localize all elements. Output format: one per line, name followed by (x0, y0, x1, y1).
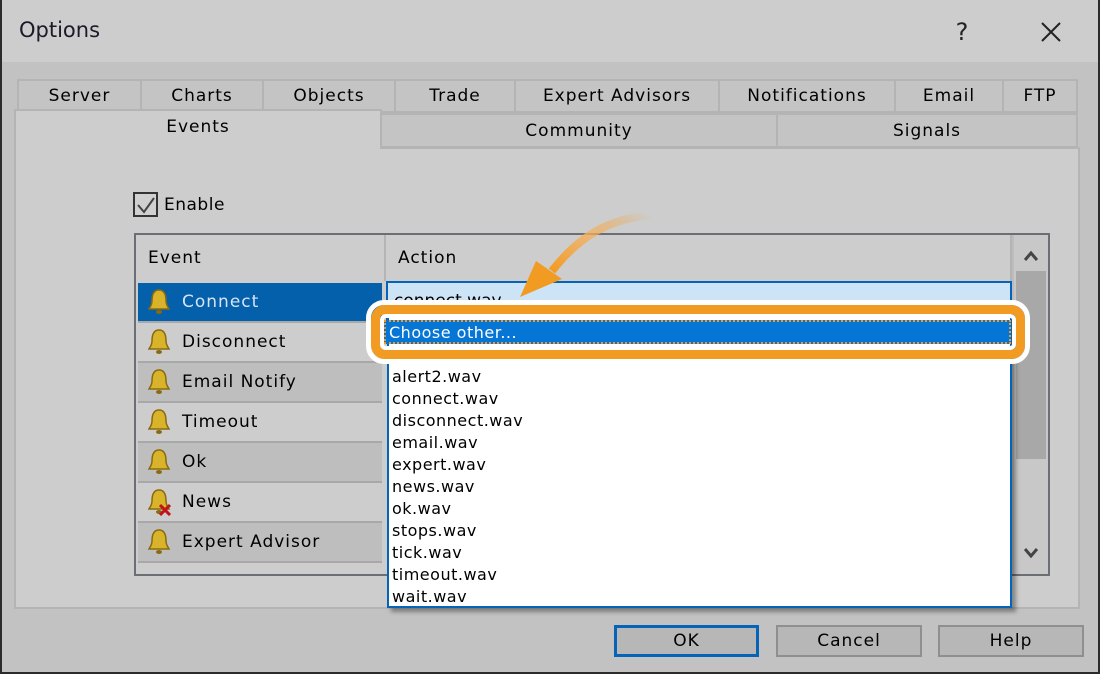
tab-notifications[interactable]: Notifications (718, 79, 896, 113)
event-label: Ok (182, 452, 208, 472)
question-icon: ? (955, 18, 969, 46)
tab-label: Expert Advisors (542, 86, 692, 106)
bell-icon (146, 528, 172, 556)
tab-label: Email (922, 86, 976, 106)
table-row[interactable]: Connect (138, 283, 382, 323)
button-label: Cancel (817, 631, 881, 651)
tab-label: Server (48, 86, 111, 106)
close-button[interactable] (1026, 12, 1076, 52)
tab-objects[interactable]: Objects (262, 79, 396, 113)
button-label: Help (989, 631, 1033, 651)
list-item[interactable]: news.wav (392, 477, 475, 499)
bell-icon (146, 328, 172, 356)
bell-disabled-icon (146, 488, 172, 517)
header-label: Action (398, 248, 458, 268)
list-item[interactable]: wait.wav (392, 587, 467, 609)
list-item[interactable]: expert.wav (392, 455, 486, 477)
list-item[interactable]: disconnect.wav (392, 411, 523, 433)
tab-charts[interactable]: Charts (140, 79, 264, 113)
tab-label: Objects (293, 86, 365, 106)
enable-checkbox[interactable]: Enable (133, 192, 225, 217)
cancel-button[interactable]: Cancel (776, 625, 922, 657)
enable-label: Enable (164, 194, 225, 215)
table-row[interactable]: News (138, 483, 382, 523)
title-bar: Options ? (2, 0, 1098, 62)
event-label: Expert Advisor (182, 532, 321, 552)
tab-label: Charts (171, 86, 233, 106)
chevron-up-icon (1024, 251, 1038, 261)
checkmark-icon (137, 197, 155, 214)
tab-label: Notifications (747, 86, 867, 106)
close-icon (1041, 22, 1061, 42)
list-item[interactable]: tick.wav (392, 543, 462, 565)
tab-server[interactable]: Server (17, 79, 142, 113)
header-label: Event (148, 248, 202, 268)
scroll-up-button[interactable] (1014, 239, 1048, 273)
bell-icon (146, 448, 172, 476)
tab-label: Signals (892, 120, 962, 141)
ok-button[interactable]: OK (614, 625, 759, 657)
bell-icon (146, 408, 172, 436)
event-label: Disconnect (182, 332, 287, 352)
event-label: Connect (182, 292, 260, 312)
table-row[interactable]: Timeout (138, 403, 382, 443)
tab-email[interactable]: Email (894, 79, 1004, 113)
choose-other-item[interactable]: Choose other... (384, 320, 1011, 344)
tab-label: Events (166, 117, 230, 137)
choose-other-label: Choose other... (389, 322, 518, 342)
list-item[interactable]: alert2.wav (392, 367, 482, 389)
event-label: Email Notify (182, 372, 297, 392)
tab-ftp[interactable]: FTP (1002, 79, 1078, 113)
list-item[interactable]: stops.wav (392, 521, 477, 543)
table-row[interactable]: Disconnect (138, 323, 382, 363)
table-row[interactable]: Expert Advisor (138, 523, 382, 563)
list-item[interactable]: connect.wav (392, 389, 499, 411)
event-label: News (182, 492, 232, 512)
list-item[interactable]: ok.wav (392, 499, 452, 521)
column-header-action[interactable]: Action (386, 235, 1012, 281)
button-label: OK (673, 631, 700, 651)
column-header-event[interactable]: Event (136, 235, 386, 281)
tab-events[interactable]: Events (14, 109, 382, 149)
tab-trade[interactable]: Trade (394, 79, 516, 113)
help-title-button[interactable]: ? (937, 12, 987, 52)
list-item[interactable]: email.wav (392, 433, 478, 455)
scroll-down-button[interactable] (1014, 536, 1048, 570)
vertical-scrollbar[interactable] (1012, 235, 1048, 574)
tab-label: FTP (1023, 86, 1057, 106)
bell-icon (146, 368, 172, 396)
tab-signals[interactable]: Signals (776, 113, 1078, 148)
list-item[interactable]: timeout.wav (392, 565, 497, 587)
bell-icon (146, 288, 172, 316)
chevron-down-icon (1024, 548, 1038, 558)
event-label: Timeout (182, 412, 259, 432)
dialog-title: Options (19, 18, 101, 42)
tab-expert-advisors[interactable]: Expert Advisors (514, 79, 720, 113)
table-row[interactable]: Ok (138, 443, 382, 483)
checkbox-box[interactable] (133, 192, 158, 217)
tab-community[interactable]: Community (380, 113, 778, 148)
tab-label: Community (525, 120, 633, 141)
help-button[interactable]: Help (938, 625, 1084, 657)
scroll-thumb[interactable] (1016, 271, 1046, 459)
annotation-arrow-icon (520, 211, 651, 297)
tab-label: Trade (429, 86, 481, 106)
table-row[interactable]: Email Notify (138, 363, 382, 403)
